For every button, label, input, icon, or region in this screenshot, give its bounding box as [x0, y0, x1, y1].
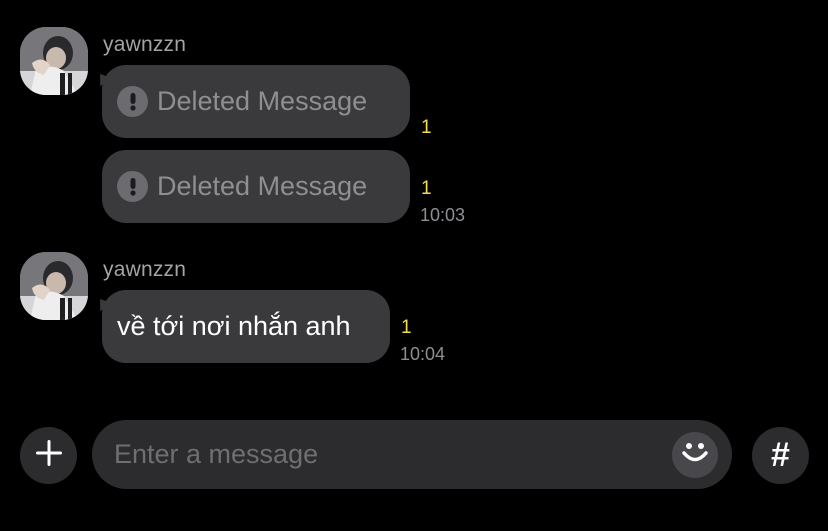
plus-icon	[35, 439, 63, 472]
sender-name: yawnzzn	[103, 33, 187, 56]
exclamation-icon	[117, 86, 148, 117]
message-bubble-deleted[interactable]: Deleted Message	[102, 150, 410, 223]
avatar[interactable]	[20, 252, 88, 320]
message-timestamp: 10:04	[400, 344, 446, 364]
hashtag-icon: #	[771, 436, 790, 474]
message-text: về tới nơi nhắn anh	[117, 311, 351, 341]
sender-name: yawnzzn	[103, 258, 187, 281]
deleted-message-text: Deleted Message	[157, 86, 368, 116]
hashtag-button[interactable]: #	[752, 427, 809, 484]
emoji-icon	[680, 438, 710, 473]
message-input-container	[92, 420, 732, 489]
deleted-message-text: Deleted Message	[157, 171, 368, 201]
unread-count: 1	[401, 317, 412, 338]
add-attachment-button[interactable]	[20, 427, 77, 484]
exclamation-icon	[117, 171, 148, 202]
message-bubble[interactable]: về tới nơi nhắn anh	[102, 290, 390, 363]
avatar[interactable]	[20, 27, 88, 95]
emoji-button[interactable]	[672, 432, 718, 478]
message-timestamp: 10:03	[420, 205, 466, 225]
message-bubble-deleted[interactable]: Deleted Message	[102, 65, 410, 138]
message-input[interactable]	[114, 420, 654, 489]
unread-count: 1	[421, 117, 432, 138]
unread-count: 1	[421, 178, 432, 199]
